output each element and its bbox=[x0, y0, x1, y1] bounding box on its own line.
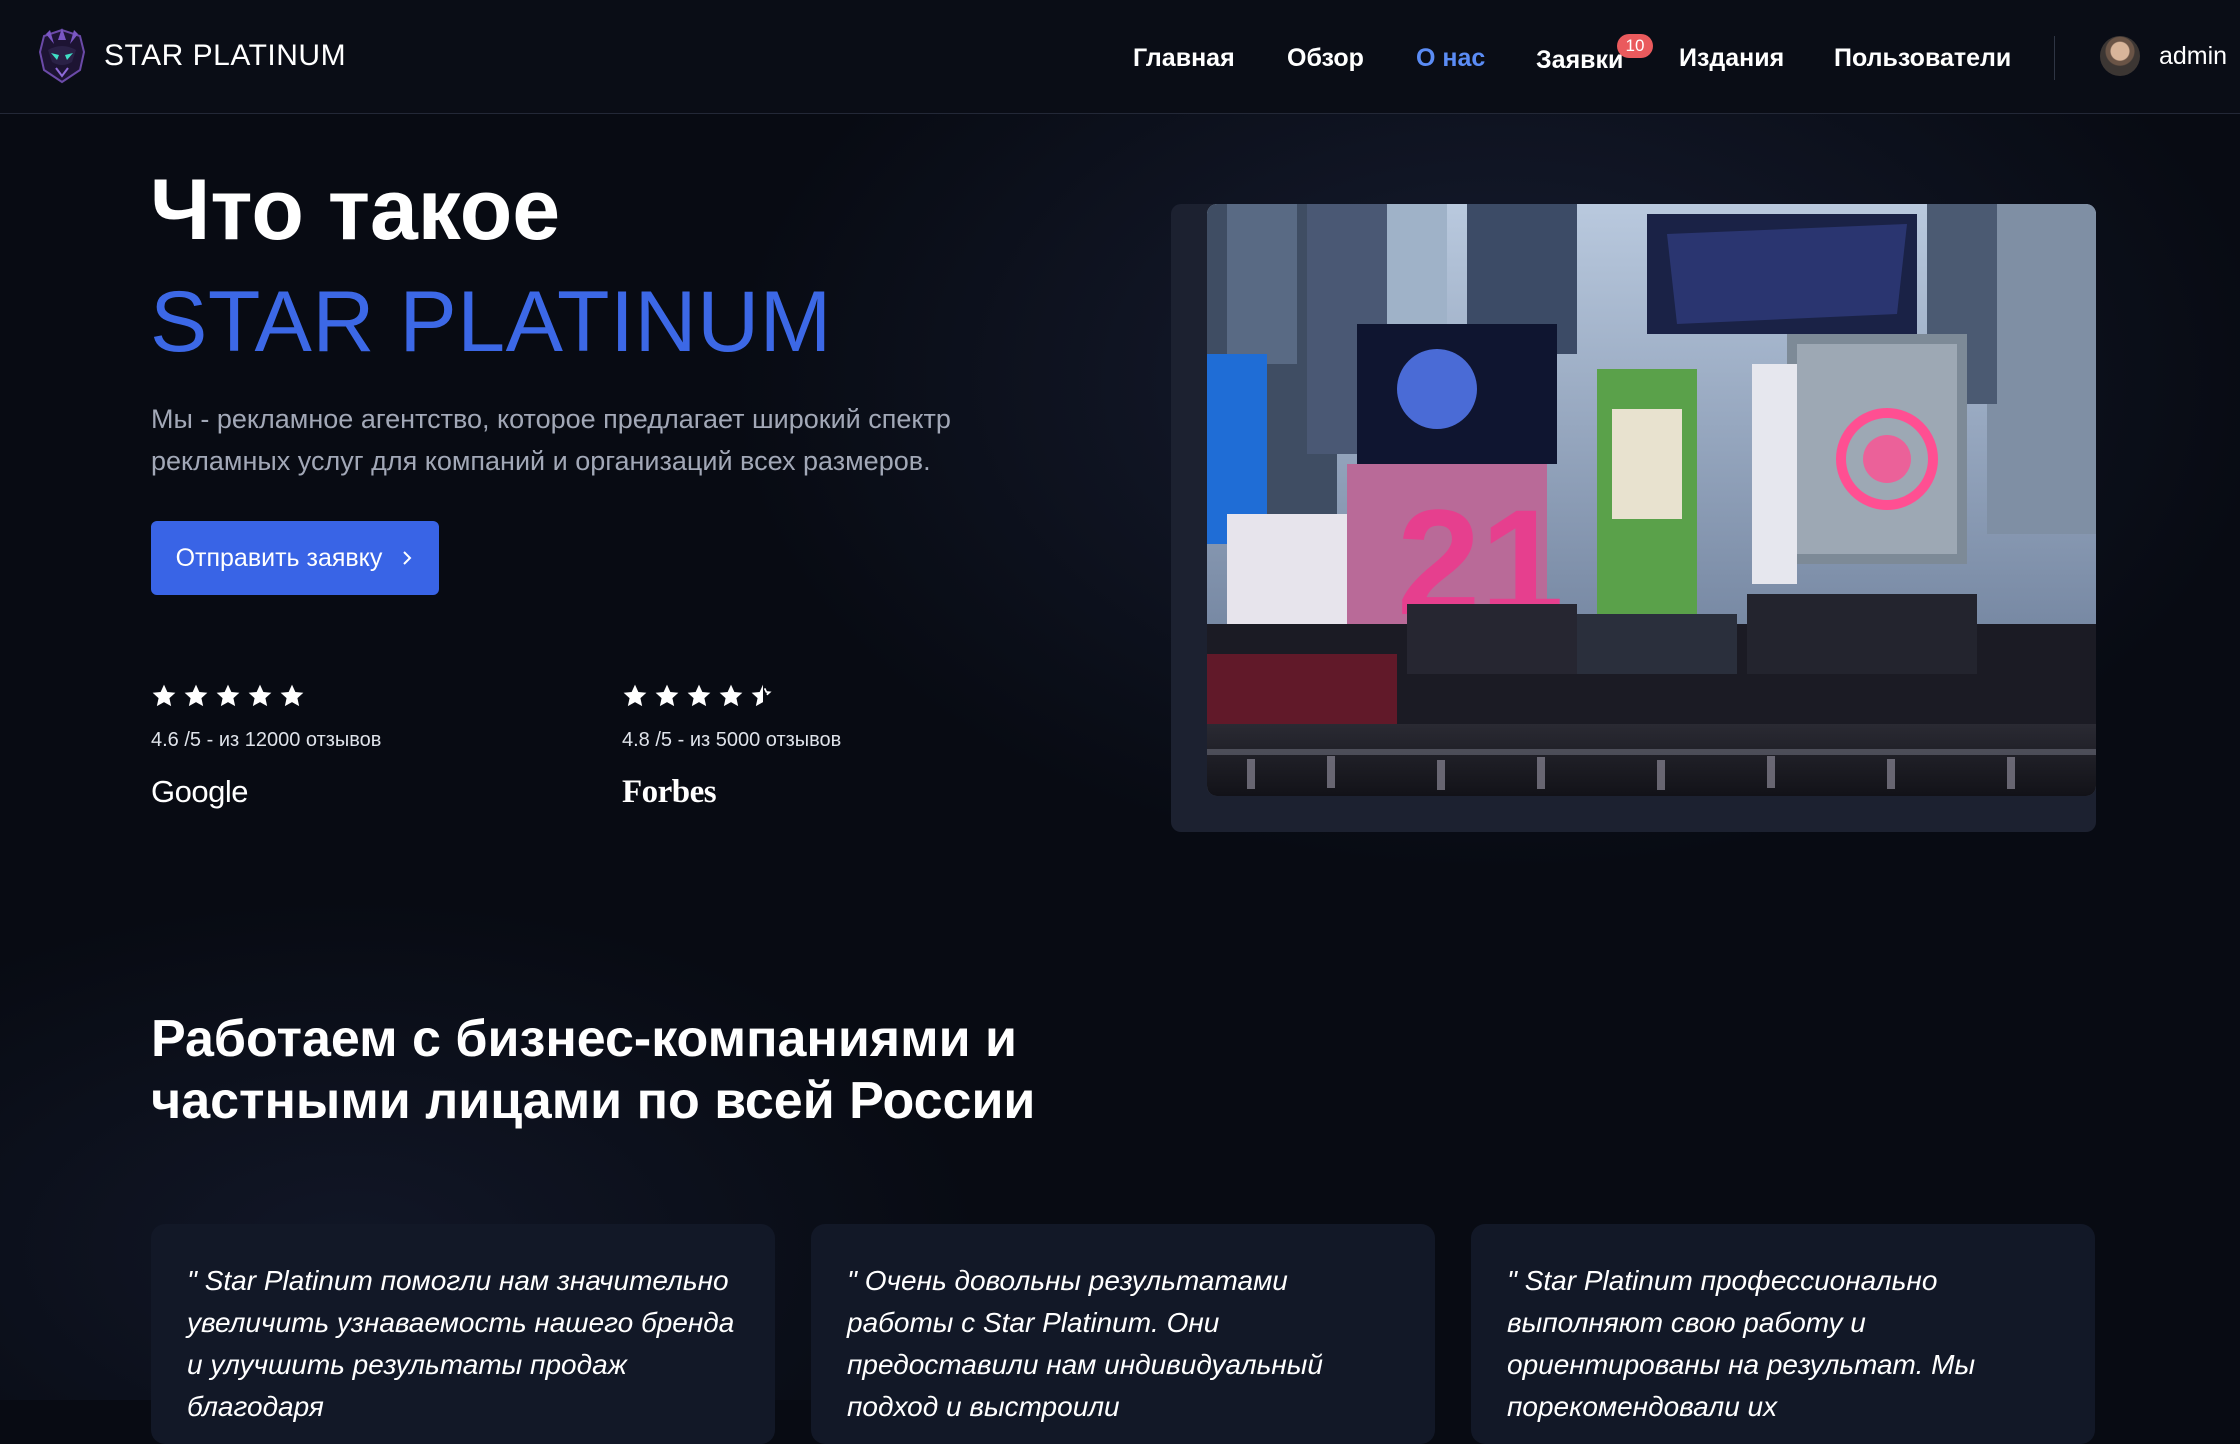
testimonial-card: " Star Platinum помогли нам значительно … bbox=[151, 1224, 775, 1444]
nav-divider bbox=[2054, 36, 2055, 80]
nav-item-about[interactable]: О нас bbox=[1416, 44, 1485, 73]
user-menu[interactable]: admin bbox=[2100, 36, 2227, 76]
rating-text: 4.6 /5 - из 12000 отзывов bbox=[151, 729, 382, 751]
rating-forbes: 4.8 /5 - из 5000 отзывов Forbes bbox=[622, 683, 841, 811]
user-avatar-icon bbox=[2100, 36, 2140, 76]
user-name: admin bbox=[2159, 41, 2228, 70]
testimonial-text: " Очень довольны результатами работы с S… bbox=[847, 1265, 1323, 1422]
main-nav: Главная Обзор О нас Заявки Издания Польз… bbox=[0, 40, 2240, 80]
star-icon bbox=[719, 684, 743, 707]
testimonial-text: " Star Platinum профессионально выполняю… bbox=[1507, 1265, 1976, 1422]
nav-item-users[interactable]: Пользователи bbox=[1834, 44, 2011, 73]
rating-stars bbox=[622, 683, 841, 713]
star-icon bbox=[687, 684, 711, 707]
hero-title-line1: Что такое bbox=[150, 162, 561, 258]
rating-stars bbox=[151, 683, 381, 713]
star-icon bbox=[152, 684, 176, 707]
top-navbar: STAR PLATINUM Главная Обзор О нас Заявки… bbox=[0, 0, 2240, 114]
testimonial-text: " Star Platinum помогли нам значительно … bbox=[187, 1265, 735, 1422]
hero-image: 21 bbox=[1207, 204, 2096, 796]
google-logo: Google bbox=[151, 774, 248, 809]
star-icon bbox=[280, 684, 304, 707]
send-request-label: Отправить заявку bbox=[175, 543, 383, 572]
star-icon bbox=[248, 684, 272, 707]
testimonial-card: " Star Platinum профессионально выполняю… bbox=[1471, 1224, 2095, 1444]
section-title: Работаем с бизнес-компаниями и частными … bbox=[151, 1010, 1036, 1130]
nav-item-publications[interactable]: Издания bbox=[1679, 44, 1784, 73]
times-square-illustration: 21 bbox=[1207, 204, 2096, 796]
nav-item-home[interactable]: Главная bbox=[1133, 44, 1235, 73]
star-icon bbox=[623, 684, 647, 707]
star-icon bbox=[655, 684, 679, 707]
hero-title-line2: STAR PLATINUM bbox=[150, 274, 832, 370]
rating-text: 4.8 /5 - из 5000 отзывов bbox=[622, 729, 842, 751]
star-half-icon bbox=[751, 684, 772, 707]
hero-description: Мы - рекламное агентство, которое предла… bbox=[151, 404, 951, 476]
rating-google: 4.6 /5 - из 12000 отзывов Google bbox=[151, 683, 381, 810]
send-request-button[interactable]: Отправить заявку bbox=[151, 521, 439, 595]
forbes-logo: Forbes bbox=[622, 774, 717, 810]
requests-count-badge: 10 bbox=[1617, 34, 1653, 58]
nav-item-overview[interactable]: Обзор bbox=[1287, 44, 1364, 73]
star-icon bbox=[184, 684, 208, 707]
chevron-right-icon bbox=[403, 551, 412, 565]
testimonial-card: " Очень довольны результатами работы с S… bbox=[811, 1224, 1435, 1444]
nav-item-requests[interactable]: Заявки bbox=[1536, 46, 1623, 75]
star-icon bbox=[216, 684, 240, 707]
